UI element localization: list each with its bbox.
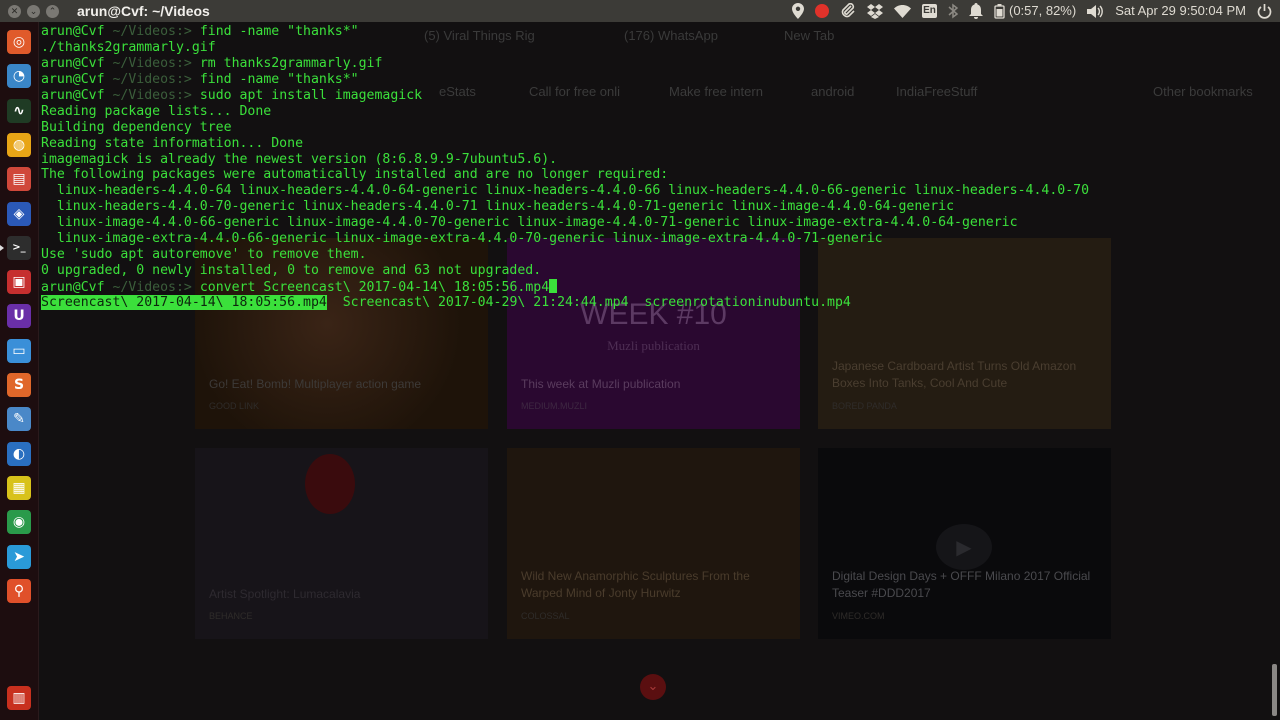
battery-icon [994,3,1005,19]
card-title: This week at Muzli publication [521,377,681,391]
wifi-icon[interactable] [893,4,911,18]
firefox-icon[interactable]: ◐ [7,441,31,466]
terminal-output-line: Building dependency tree [41,119,232,135]
prompt-user: arun@Cvf [41,71,105,87]
ubuntu-dash-icon[interactable]: ◎ [7,30,31,54]
trash-icon[interactable]: ▥ [7,686,31,710]
keyboard-layout-indicator[interactable]: En [921,4,937,18]
terminal-output-line: The following packages were automaticall… [41,167,669,183]
top-panel: ✕ ⌄ ⌃ arun@Cvf: ~/Videos En (0:57, 82%) [0,0,1280,22]
text-cursor [549,279,558,293]
file-manager-icon[interactable]: ▤ [7,167,31,192]
news-card[interactable]: ▶ Digital Design Days + OFFF Milano 2017… [818,448,1111,639]
card-source: VIMEO.COM [832,611,885,621]
terminal-icon[interactable]: >_ [0,235,31,260]
prompt-command: sudo apt install imagemagick [199,87,423,103]
system-monitor-icon[interactable]: ◔ [7,64,31,89]
activity-monitor-icon[interactable]: ∿ [7,98,31,123]
minimize-window-button[interactable]: ⌄ [27,4,40,18]
volume-icon[interactable] [1087,4,1104,19]
card-title: Digital Design Days + OFFF Milano 2017 O… [832,569,1091,600]
completion-item[interactable]: screenrotationinubuntu.mp4 [629,295,850,310]
postman-icon[interactable]: ⚲ [7,578,31,603]
screen-recorder-icon[interactable]: ▣ [7,270,31,295]
prompt-command: find -name "thanks*" [199,71,359,87]
dropbox-icon[interactable] [866,3,883,19]
launcher: ◎ ◔ ∿ ◍ ▤ ◈ >_ ▣ U ▭ S ✎ ◐ ▦ ◉ ➤ ⚲ ▥ [0,22,39,720]
card-source: MEDIUM.MUZLI [521,401,587,411]
card-title: Japanese Cardboard Artist Turns Old Amaz… [832,359,1077,390]
terminal-output-line: Reading state information... Done [41,135,304,151]
terminal-output-line: linux-image-extra-4.4.0-66-generic linux… [41,231,883,247]
files-icon[interactable]: ▭ [7,338,31,363]
terminal-output-line: linux-headers-4.4.0-64 linux-headers-4.4… [41,183,1090,199]
prompt-user: arun@Cvf [41,55,105,71]
terminal-output-line: linux-image-4.4.0-66-generic linux-image… [41,215,1018,231]
terminal-output-line: imagemagick is already the newest versio… [41,151,558,167]
prompt-user: arun@Cvf [41,24,105,39]
prompt-path: ~/Videos:> [104,71,200,87]
scroll-down-icon[interactable]: ⌄ [640,674,666,700]
prompt-user: arun@Cvf [41,87,105,103]
chrome-icon[interactable]: ◉ [7,510,31,535]
prompt-user: arun@Cvf [41,280,105,295]
location-icon[interactable] [791,3,804,19]
prompt-command: rm thanks2grammarly.gif [199,55,383,71]
battery-status: (0:57, 82%) [1008,3,1077,18]
window-title: arun@Cvf: ~/Videos [77,3,210,19]
terminal-prompt-line: arun@Cvf ~/Videos:> find -name "thanks*" [41,24,1271,40]
terminal-prompt-line: arun@Cvf ~/Videos:> rm thanks2grammarly.… [41,56,1271,72]
terminal-output-line: Reading package lists... Done [41,103,272,119]
terminal-output-line: ./thanks2grammarly.gif [41,39,216,55]
tab-completion-list[interactable]: Screencast\ 2017-04-14\ 18:05:56.mp4 Scr… [41,294,1271,311]
card-title: Go! Eat! Bomb! Multiplayer action game [209,377,422,391]
completion-item-selected[interactable]: Screencast\ 2017-04-14\ 18:05:56.mp4 [41,294,327,310]
power-icon[interactable] [1257,3,1272,19]
sublime-text-icon[interactable]: S [7,373,31,397]
card-source: BORED PANDA [832,401,897,411]
prompt-command: convert Screencast\ 2017-04-14\ 18:05:56… [199,280,550,295]
terminal-output[interactable]: arun@Cvf ~/Videos:> find -name "thanks*"… [41,24,1271,311]
upwork-icon[interactable]: U [7,304,31,329]
telegram-icon[interactable]: ➤ [7,544,31,569]
news-card[interactable]: Wild New Anamorphic Sculptures From the … [507,448,800,639]
maximize-window-button[interactable]: ⌃ [46,4,59,18]
clock[interactable]: Sat Apr 29 9:50:04 PM [1115,0,1246,22]
card-title: Wild New Anamorphic Sculptures From the … [521,569,750,600]
scrollbar[interactable] [1272,664,1277,716]
terminal-output-line: Use 'sudo apt autoremove' to remove them… [41,247,367,263]
ruler-icon[interactable]: ▦ [7,475,31,500]
paperclip-icon[interactable] [840,3,856,19]
notification-bell-icon[interactable] [968,3,983,19]
visual-studio-code-icon[interactable]: ◈ [7,201,31,226]
card-source: GOOD LINK [209,401,260,411]
close-window-button[interactable]: ✕ [8,4,21,18]
play-icon[interactable]: ▶ [936,524,992,570]
terminal-prompt-line: arun@Cvf ~/Videos:> convert Screencast\ … [41,279,1271,295]
color-picker-icon[interactable]: ✎ [7,407,31,432]
news-card[interactable]: Artist Spotlight: Lumacalavia BEHANCE [195,448,488,639]
prompt-command: find -name "thanks*" [199,24,359,39]
terminal-prompt-line: arun@Cvf ~/Videos:> sudo apt install ima… [41,88,1271,104]
card-banner-subtitle: Muzli publication [607,338,700,353]
card-source: COLOSSAL [521,611,570,621]
card-title: Artist Spotlight: Lumacalavia [209,587,361,601]
idea-bulb-icon[interactable]: ◍ [7,132,31,157]
terminal-prompt-line: arun@Cvf ~/Videos:> find -name "thanks*" [41,72,1271,88]
record-indicator-icon[interactable] [814,4,829,18]
terminal-output-line: 0 upgraded, 0 newly installed, 0 to remo… [41,263,542,279]
completion-item[interactable]: Screencast\ 2017-04-29\ 21:24:44.mp4 [327,295,629,310]
prompt-path: ~/Videos:> [104,280,200,295]
bluetooth-icon[interactable] [948,3,958,19]
battery-indicator[interactable]: (0:57, 82%) [994,0,1076,22]
prompt-path: ~/Videos:> [104,55,200,71]
prompt-path: ~/Videos:> [104,24,200,39]
terminal-output-line: linux-headers-4.4.0-70-generic linux-hea… [41,199,955,215]
prompt-path: ~/Videos:> [104,87,200,103]
indicator-area: En (0:57, 82%) Sat Apr 29 9:50:04 PM [791,0,1272,22]
card-source: BEHANCE [209,611,253,621]
